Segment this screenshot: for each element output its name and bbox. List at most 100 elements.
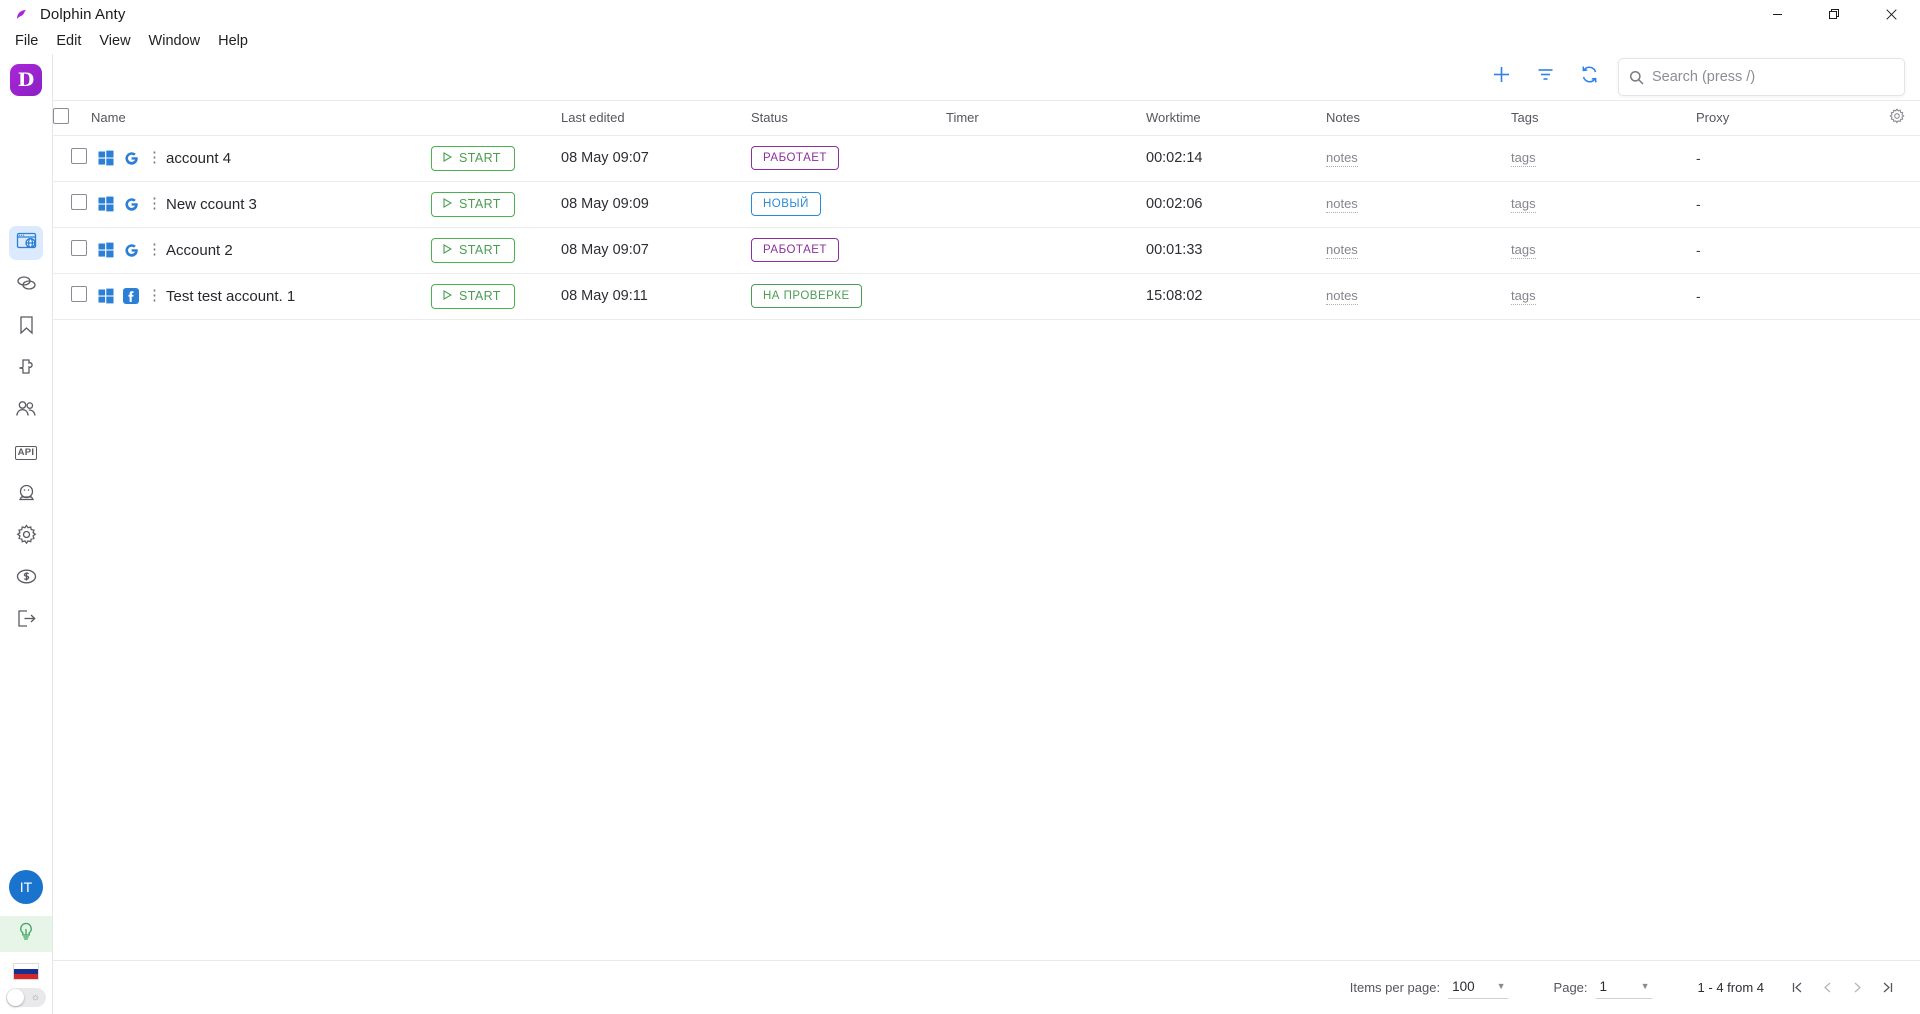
language-flag-ru[interactable] xyxy=(13,963,39,980)
prev-page-button[interactable] xyxy=(1812,973,1842,1003)
sidebar-bottom: IT ☼ xyxy=(0,870,52,1014)
google-icon xyxy=(122,241,140,259)
column-header-proxy[interactable]: Proxy xyxy=(1696,101,1874,135)
table-settings-button[interactable] xyxy=(1874,108,1920,127)
items-per-page-label: Items per page: xyxy=(1350,980,1440,995)
row-spacer-cell xyxy=(1874,273,1920,319)
row-name-cell: ⋮account 4 xyxy=(91,135,431,181)
sidebar-item-extensions[interactable] xyxy=(9,352,43,386)
notes-link[interactable]: notes xyxy=(1326,150,1358,167)
select-all-checkbox[interactable] xyxy=(53,108,69,124)
row-checkbox[interactable] xyxy=(71,194,87,210)
first-page-button[interactable] xyxy=(1782,973,1812,1003)
table-row[interactable]: ⋮account 4START08 May 09:07РАБОТАЕТ00:02… xyxy=(53,135,1920,181)
row-menu-icon[interactable]: ⋮ xyxy=(147,199,157,210)
notes-link[interactable]: notes xyxy=(1326,196,1358,213)
sidebar-item-logout[interactable] xyxy=(9,604,43,638)
gear-icon xyxy=(1889,108,1905,127)
profiles-table: Name Last edited Status Timer Worktime N… xyxy=(53,101,1920,320)
column-header-status[interactable]: Status xyxy=(751,101,946,135)
minimize-button[interactable] xyxy=(1749,0,1806,29)
row-checkbox[interactable] xyxy=(71,240,87,256)
status-badge[interactable]: НОВЫЙ xyxy=(751,192,821,216)
start-button[interactable]: START xyxy=(431,192,515,217)
status-badge[interactable]: РАБОТАЕТ xyxy=(751,238,839,262)
refresh-button[interactable] xyxy=(1574,62,1604,92)
next-page-button[interactable] xyxy=(1842,973,1872,1003)
row-proxy-cell: - xyxy=(1696,135,1874,181)
logout-arrow-icon xyxy=(16,609,37,633)
row-last-edited: 08 May 09:11 xyxy=(561,273,751,319)
items-per-page-select[interactable]: 100 ▼ xyxy=(1448,977,1507,999)
plus-icon xyxy=(1492,65,1511,89)
browser-window-icon xyxy=(16,230,37,256)
search-input[interactable] xyxy=(1652,69,1894,85)
row-notes-cell: notes xyxy=(1326,135,1511,181)
menu-file[interactable]: File xyxy=(6,31,47,52)
row-checkbox[interactable] xyxy=(71,286,87,302)
filter-button[interactable] xyxy=(1530,62,1560,92)
row-menu-icon[interactable]: ⋮ xyxy=(147,153,157,164)
row-menu-icon[interactable]: ⋮ xyxy=(147,245,157,256)
sidebar-item-proxies[interactable] xyxy=(9,268,43,302)
row-start-cell: START xyxy=(431,273,561,319)
crystal-ball-icon xyxy=(16,483,37,508)
menu-window[interactable]: Window xyxy=(140,31,210,52)
table-row[interactable]: ⋮Test test account. 1START 08 May 09:11НА… xyxy=(53,273,1920,319)
avatar-initials: IT xyxy=(20,879,32,895)
column-header-timer[interactable]: Timer xyxy=(946,101,1146,135)
table-header: Name Last edited Status Timer Worktime N… xyxy=(53,101,1920,135)
start-button[interactable]: START xyxy=(431,284,515,309)
sidebar-item-automation[interactable] xyxy=(9,478,43,512)
column-header-worktime[interactable]: Worktime xyxy=(1146,101,1326,135)
sidebar-item-team[interactable] xyxy=(9,394,43,428)
start-button[interactable]: START xyxy=(431,238,515,263)
menu-bar: File Edit View Window Help xyxy=(0,29,1920,54)
column-header-last-edited[interactable]: Last edited xyxy=(561,101,751,135)
windows-icon xyxy=(97,287,115,305)
start-button[interactable]: START xyxy=(431,146,515,171)
app-logo-icon[interactable]: D xyxy=(10,64,42,96)
tags-link[interactable]: tags xyxy=(1511,242,1536,259)
status-badge[interactable]: РАБОТАЕТ xyxy=(751,146,839,170)
sidebar-item-settings[interactable] xyxy=(9,520,43,554)
search-box[interactable] xyxy=(1618,58,1905,96)
row-checkbox[interactable] xyxy=(71,148,87,164)
add-profile-button[interactable] xyxy=(1486,62,1516,92)
column-header-notes[interactable]: Notes xyxy=(1326,101,1511,135)
menu-help[interactable]: Help xyxy=(209,31,257,52)
theme-toggle[interactable]: ☼ xyxy=(6,988,46,1007)
sidebar-item-bookmarks[interactable] xyxy=(9,310,43,344)
notes-link[interactable]: notes xyxy=(1326,288,1358,305)
dolphin-logo-icon xyxy=(14,7,30,23)
notes-link[interactable]: notes xyxy=(1326,242,1358,259)
close-button[interactable] xyxy=(1863,0,1920,29)
tags-link[interactable]: tags xyxy=(1511,288,1536,305)
column-header-name[interactable]: Name xyxy=(91,101,431,135)
page-select[interactable]: 1 ▼ xyxy=(1596,977,1652,999)
toolbar xyxy=(53,54,1920,100)
row-start-cell: START xyxy=(431,135,561,181)
menu-edit[interactable]: Edit xyxy=(47,31,90,52)
maximize-button[interactable] xyxy=(1806,0,1863,29)
last-page-button[interactable] xyxy=(1872,973,1902,1003)
table-row[interactable]: ⋮New ccount 3START08 May 09:09НОВЫЙ00:02… xyxy=(53,181,1920,227)
lightbulb-icon xyxy=(16,921,36,947)
menu-view[interactable]: View xyxy=(90,31,139,52)
sidebar-item-api[interactable]: API xyxy=(9,436,43,470)
column-header-tags[interactable]: Tags xyxy=(1511,101,1696,135)
tags-link[interactable]: tags xyxy=(1511,196,1536,213)
avatar[interactable]: IT xyxy=(9,870,43,904)
row-last-edited: 08 May 09:07 xyxy=(561,135,751,181)
row-status-cell: РАБОТАЕТ xyxy=(751,227,946,273)
sidebar-item-tips[interactable] xyxy=(0,916,52,952)
sidebar-item-browser-profiles[interactable] xyxy=(9,226,43,260)
row-name-cell: ⋮Test test account. 1 xyxy=(91,273,431,319)
sidebar-item-billing[interactable] xyxy=(9,562,43,596)
tags-link[interactable]: tags xyxy=(1511,150,1536,167)
status-badge[interactable]: НА ПРОВЕРКЕ xyxy=(751,284,862,308)
page-label: Page: xyxy=(1554,980,1588,995)
row-notes-cell: notes xyxy=(1326,273,1511,319)
row-menu-icon[interactable]: ⋮ xyxy=(147,291,157,302)
table-row[interactable]: ⋮Account 2START08 May 09:07РАБОТАЕТ00:01… xyxy=(53,227,1920,273)
